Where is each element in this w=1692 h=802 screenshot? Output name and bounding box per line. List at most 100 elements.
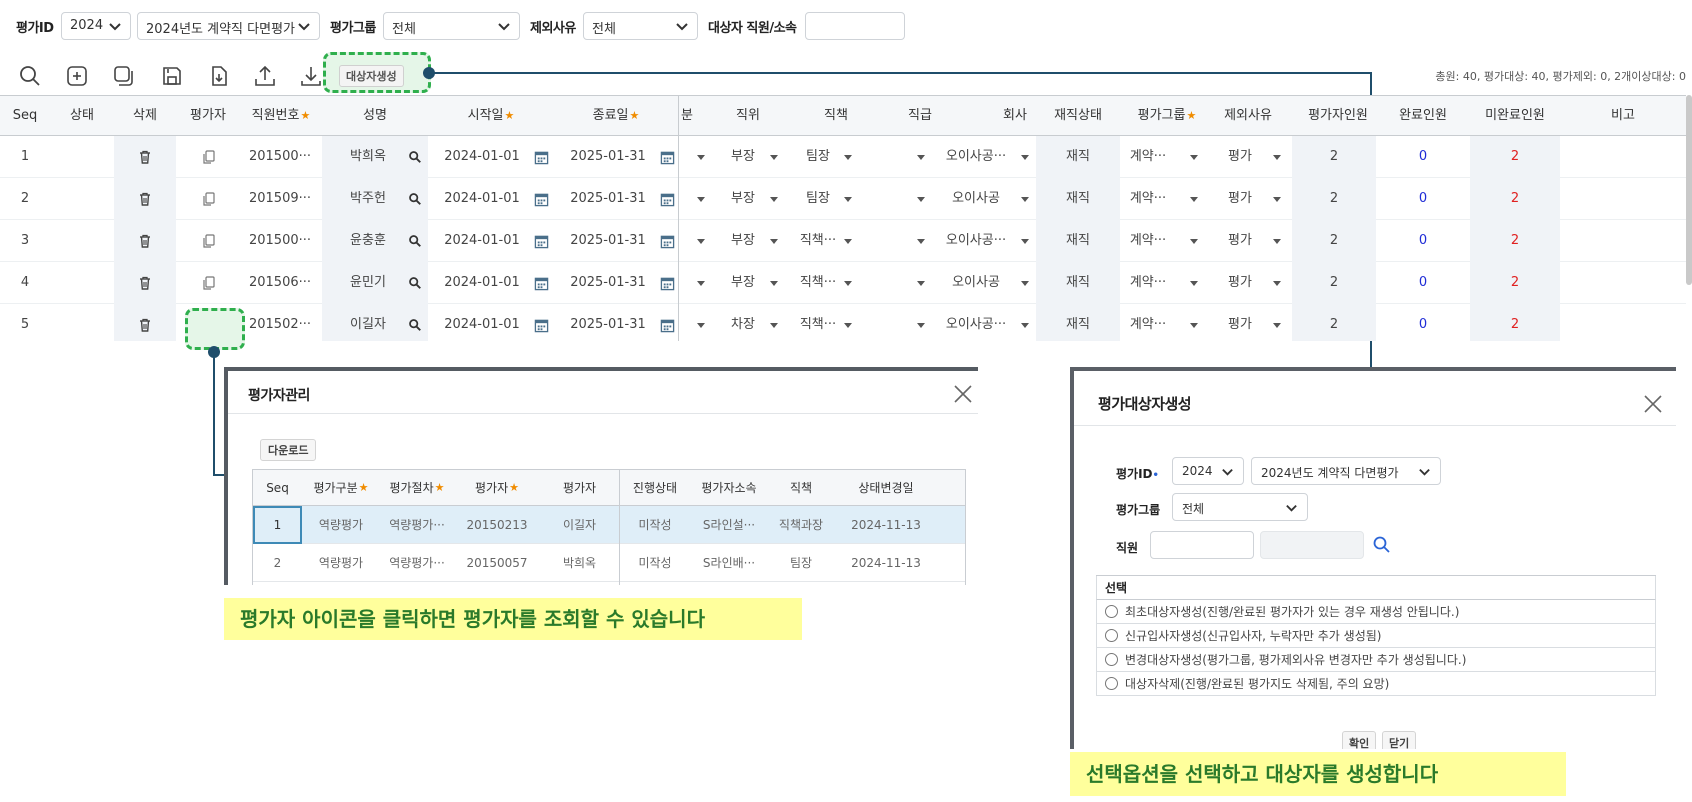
calendar-icon[interactable] [534, 150, 549, 165]
chevron-down-icon[interactable] [1190, 155, 1198, 160]
trash-icon[interactable] [137, 149, 153, 165]
col-evaluator-count[interactable]: 평가자인원 [1292, 96, 1384, 136]
copy-doc-icon[interactable] [201, 275, 217, 291]
chevron-down-icon[interactable] [1021, 155, 1029, 160]
radio-button[interactable] [1105, 629, 1118, 642]
col-dept[interactable]: 평가자소속 [691, 470, 767, 506]
table-row[interactable]: 2 201509··· 박주헌 2024-01-01 2025-01-31 부장 팀장 오이사… [0, 178, 1686, 220]
generate-targets-button[interactable]: 대상자생성 [339, 65, 404, 87]
chevron-down-icon[interactable] [697, 155, 705, 160]
download-button[interactable]: 다운로드 [260, 439, 317, 461]
col-name[interactable]: 성명 [322, 96, 428, 136]
calendar-icon[interactable] [660, 192, 675, 207]
radio-button[interactable] [1105, 653, 1118, 666]
radio-button[interactable] [1105, 605, 1118, 618]
chevron-down-icon[interactable] [770, 155, 778, 160]
name-cell[interactable]: 윤민기 [340, 262, 396, 304]
copy-doc-icon[interactable] [201, 149, 217, 165]
radio-button[interactable] [1105, 677, 1118, 690]
chevron-down-icon[interactable] [844, 155, 852, 160]
year-select[interactable]: 2024 [1172, 457, 1244, 485]
col-changed-date[interactable]: 상태변경일 [835, 470, 937, 506]
chevron-down-icon[interactable] [770, 323, 778, 328]
end-date-cell[interactable]: 2025-01-31 [562, 262, 654, 304]
option-changed[interactable]: 변경대상자생성(평가그룹, 평가제외사유 변경자만 추가 생성됩니다.) [1096, 648, 1656, 672]
chevron-down-icon[interactable] [1273, 323, 1281, 328]
col-duty[interactable]: 직책 [767, 470, 835, 506]
table-row[interactable]: 4 201506··· 윤민기 2024-01-01 2025-01-31 부장 직책···… [0, 262, 1686, 304]
chevron-down-icon[interactable] [917, 239, 925, 244]
chevron-down-icon[interactable] [1021, 197, 1029, 202]
chevron-down-icon[interactable] [844, 197, 852, 202]
option-initial[interactable]: 최초대상자생성(진행/완료된 평가자가 있는 경우 재생성 안됩니다.) [1096, 600, 1656, 624]
chevron-down-icon[interactable] [1273, 281, 1281, 286]
end-date-cell[interactable]: 2025-01-31 [562, 136, 654, 178]
name-cell[interactable]: 박희옥 [340, 136, 396, 178]
copy-doc-icon[interactable] [201, 191, 217, 207]
search-icon[interactable] [408, 276, 422, 290]
chevron-down-icon[interactable] [1190, 197, 1198, 202]
col-eval-step[interactable]: 평가절차★ [380, 470, 454, 506]
chevron-down-icon[interactable] [697, 239, 705, 244]
search-icon[interactable] [408, 318, 422, 332]
chevron-down-icon[interactable] [697, 281, 705, 286]
start-date-cell[interactable]: 2024-01-01 [436, 220, 528, 262]
employee-input[interactable] [1150, 531, 1254, 559]
eval-name-select[interactable]: 2024년도 계약직 다면평가 [1251, 457, 1441, 485]
calendar-icon[interactable] [660, 150, 675, 165]
col-undone[interactable]: 미완료인원 [1470, 96, 1560, 136]
download-button[interactable] [297, 62, 325, 90]
calendar-icon[interactable] [534, 276, 549, 291]
save-button[interactable] [158, 62, 186, 90]
chevron-down-icon[interactable] [917, 155, 925, 160]
calendar-icon[interactable] [660, 234, 675, 249]
col-done[interactable]: 완료인원 [1376, 96, 1470, 136]
trash-icon[interactable] [137, 191, 153, 207]
evaluator-row[interactable]: 1 역량평가 역량평가··· 20150213 이길자 미작성 S라인설··· … [253, 506, 965, 544]
start-date-cell[interactable]: 2024-01-01 [436, 262, 528, 304]
col-reason[interactable]: 제외사유 [1204, 96, 1292, 136]
col-evaluator[interactable]: 평가자 [176, 96, 240, 136]
chevron-down-icon[interactable] [844, 323, 852, 328]
chevron-down-icon[interactable] [1273, 155, 1281, 160]
confirm-button[interactable]: 확인 [1342, 731, 1377, 749]
chevron-down-icon[interactable] [844, 239, 852, 244]
close-icon[interactable] [952, 383, 974, 405]
group-select[interactable]: 전체 [1172, 493, 1308, 521]
trash-icon[interactable] [137, 233, 153, 249]
col-group[interactable]: 평가그룹★ [1120, 96, 1214, 136]
close-button[interactable]: 닫기 [1382, 731, 1417, 749]
col-end[interactable]: 종료일★ [554, 96, 678, 136]
calendar-icon[interactable] [660, 318, 675, 333]
trash-icon[interactable] [137, 317, 153, 333]
col-seq[interactable]: Seq [0, 96, 50, 136]
end-date-cell[interactable]: 2025-01-31 [562, 304, 654, 341]
group-select[interactable]: 전체 [383, 12, 520, 40]
eval-name-select[interactable]: 2024년도 계약직 다면평가 [137, 12, 320, 40]
col-note[interactable]: 비고 [1560, 96, 1686, 136]
upload-button[interactable] [251, 62, 279, 90]
download-file-button[interactable] [205, 62, 233, 90]
col-eval-type[interactable]: 평가구분★ [302, 470, 380, 506]
target-input[interactable] [805, 12, 905, 40]
name-cell[interactable]: 박주헌 [340, 178, 396, 220]
col-position[interactable]: 직위 [702, 96, 794, 136]
close-icon[interactable] [1642, 393, 1664, 415]
chevron-down-icon[interactable] [1273, 197, 1281, 202]
chevron-down-icon[interactable] [917, 323, 925, 328]
chevron-down-icon[interactable] [770, 281, 778, 286]
end-date-cell[interactable]: 2025-01-31 [562, 178, 654, 220]
chevron-down-icon[interactable] [1190, 323, 1198, 328]
chevron-down-icon[interactable] [917, 197, 925, 202]
col-emp-no[interactable]: 직원번호★ [240, 96, 322, 136]
chevron-down-icon[interactable] [1021, 239, 1029, 244]
col-status[interactable]: 상태 [50, 96, 114, 136]
year-select[interactable]: 2024 [61, 12, 131, 40]
search-button[interactable] [16, 62, 44, 90]
col-duty[interactable]: 직책 [794, 96, 878, 136]
calendar-icon[interactable] [660, 276, 675, 291]
add-button[interactable] [63, 62, 91, 90]
chevron-down-icon[interactable] [1021, 323, 1029, 328]
col-delete[interactable]: 삭제 [114, 96, 176, 136]
chevron-down-icon[interactable] [770, 197, 778, 202]
